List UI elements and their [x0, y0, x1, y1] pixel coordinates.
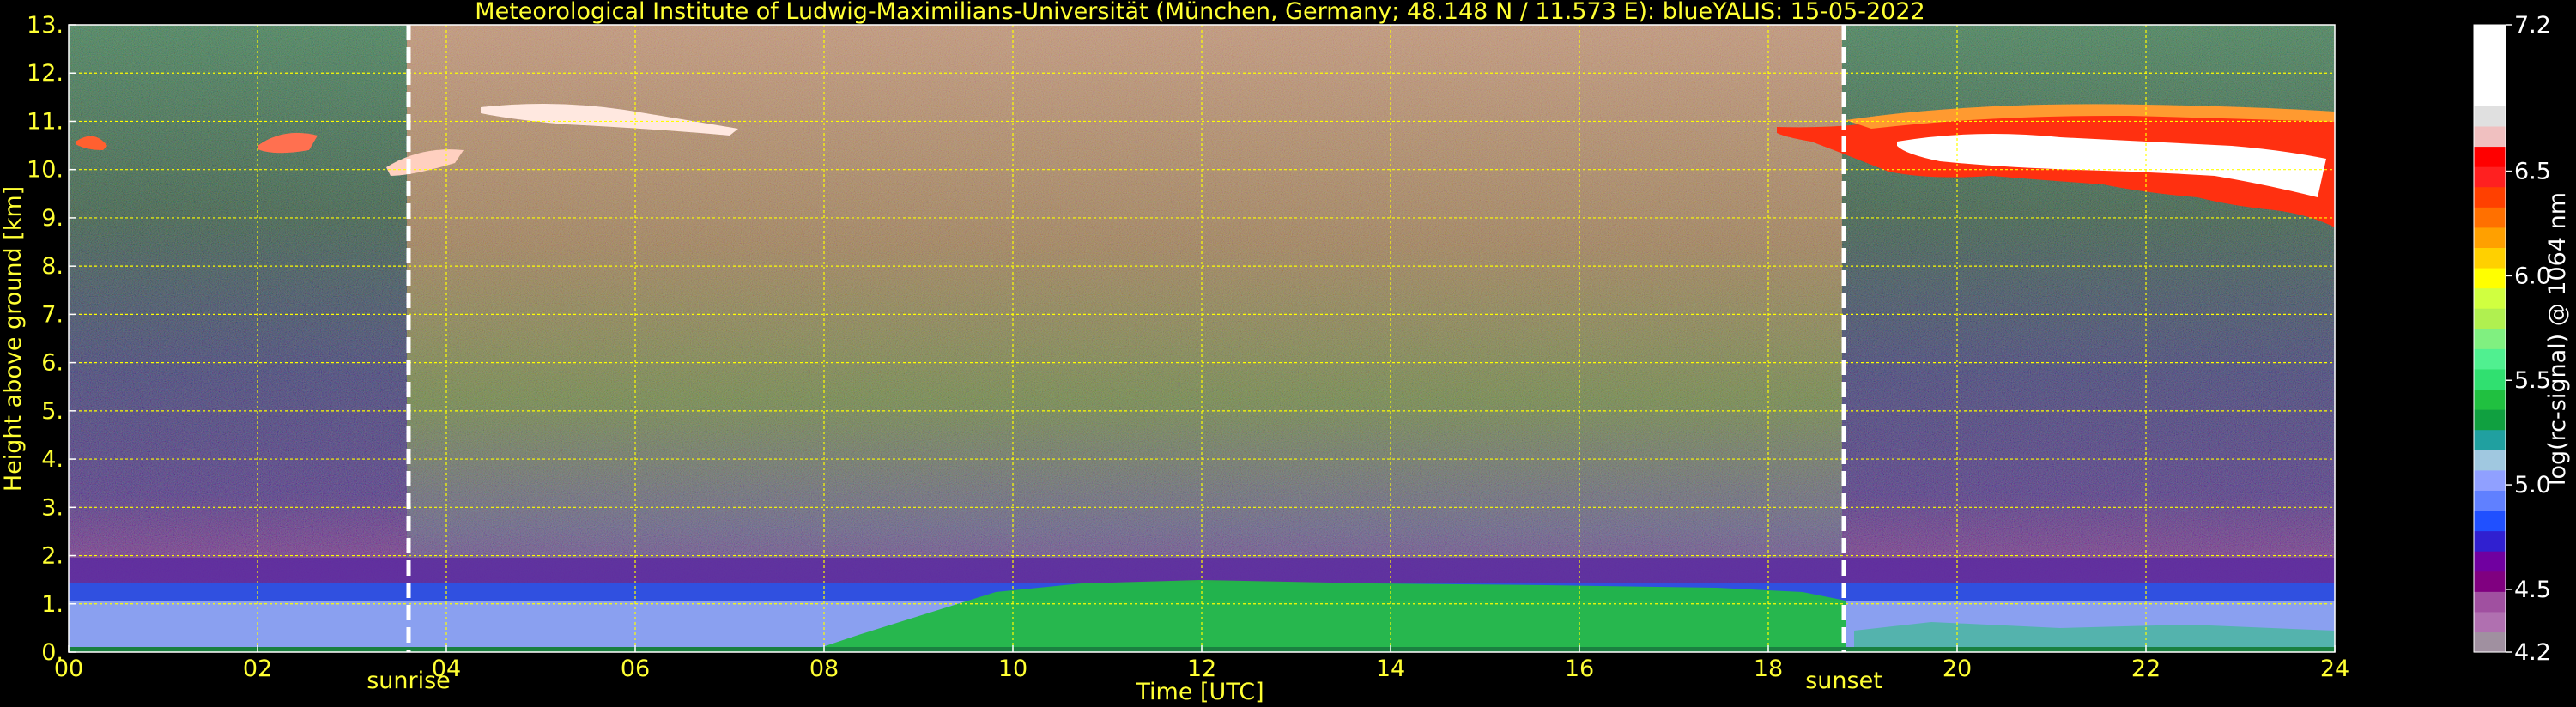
colorbar-tick-label: 7.2: [2514, 12, 2551, 39]
y-tick-label: 11.: [27, 108, 64, 135]
colorbar-cell: [2474, 551, 2506, 572]
colorbar-cell: [2474, 247, 2506, 269]
y-tick-label: 4.: [41, 446, 64, 473]
colorbar-label: log(rc-signal) @ 1064 nm: [2544, 192, 2571, 486]
x-tick-label: 22: [2131, 656, 2161, 682]
y-tick-label: 6.: [41, 350, 64, 377]
colorbar-cell: [2474, 409, 2506, 431]
colorbar-cell: [2474, 267, 2506, 289]
y-tick-label: 13.: [27, 12, 64, 39]
colorbar-cell: [2474, 389, 2506, 410]
x-tick-label: 20: [1943, 656, 1972, 682]
colorbar-cell: [2474, 611, 2506, 633]
x-tick-label: 10: [998, 656, 1027, 682]
sunrise-label: sunrise: [367, 668, 451, 694]
colorbar-cell: [2474, 207, 2506, 228]
colorbar-cell: [2474, 429, 2506, 450]
x-tick-label: 18: [1754, 656, 1783, 682]
colorbar-cell: [2474, 186, 2506, 208]
colorbar-cell: [2474, 85, 2506, 106]
colorbar-cell: [2474, 348, 2506, 370]
colorbar: 7.26.56.05.55.04.54.2 log(rc-signal) @ 1…: [2473, 12, 2571, 666]
colorbar-cell: [2474, 227, 2506, 248]
x-axis-label: Time [UTC]: [1135, 679, 1264, 705]
x-tick-label: 14: [1376, 656, 1405, 682]
colorbar-cell: [2474, 125, 2506, 148]
y-tick-label: 7.: [41, 301, 64, 328]
colorbar-cell: [2474, 510, 2506, 532]
sunset-label: sunset: [1805, 668, 1882, 694]
y-tick-label: 3.: [41, 494, 64, 521]
colorbar-tick-label: 6.5: [2514, 159, 2551, 185]
x-tick-label: 08: [809, 656, 839, 682]
colorbar-cell: [2474, 450, 2506, 471]
colorbar-cell: [2474, 571, 2506, 592]
colorbar-cell: [2474, 106, 2506, 127]
colorbar-cell: [2474, 65, 2506, 87]
y-tick-label: 12.: [27, 60, 64, 87]
y-tick-label: 2.: [41, 543, 64, 570]
colorbar-cell: [2474, 25, 2506, 46]
y-tick-label: 8.: [41, 253, 64, 280]
colorbar-cell: [2474, 591, 2506, 613]
x-tick-label: 24: [2320, 656, 2349, 682]
colorbar-tick-label: 4.5: [2514, 577, 2551, 603]
y-tick-label: 9.: [41, 205, 64, 232]
x-tick-label: 00: [54, 656, 83, 682]
colorbar-cell: [2474, 368, 2506, 390]
colorbar-cell: [2474, 287, 2506, 309]
colorbar-cell: [2474, 328, 2506, 349]
colorbar-cells: [2474, 25, 2506, 653]
colorbar-cell: [2474, 166, 2506, 188]
x-tick-label: 02: [243, 656, 272, 682]
colorbar-cell: [2474, 530, 2506, 552]
x-tick-label: 16: [1565, 656, 1594, 682]
y-tick-label: 1.: [41, 591, 64, 618]
x-tick-label: 06: [621, 656, 650, 682]
plot-area: [68, 24, 2336, 653]
lidar-chart: 0.1.2.3.4.5.6.7.8.9.10.11.12.13. 00 02 04 0…: [0, 0, 2571, 705]
colorbar-cell: [2474, 631, 2506, 653]
colorbar-cell: [2474, 469, 2506, 491]
y-tick-label: 10.: [27, 157, 64, 184]
colorbar-cell: [2474, 490, 2506, 511]
colorbar-cell: [2474, 308, 2506, 329]
colorbar-tick-label: 4.2: [2514, 639, 2551, 666]
colorbar-cell: [2474, 146, 2506, 167]
y-tick-label: 5.: [41, 398, 64, 425]
chart-title: Meteorological Institute of Ludwig-Maxim…: [475, 0, 1924, 25]
colorbar-cell: [2474, 45, 2506, 66]
y-axis-label: Height above ground [km]: [0, 186, 27, 492]
